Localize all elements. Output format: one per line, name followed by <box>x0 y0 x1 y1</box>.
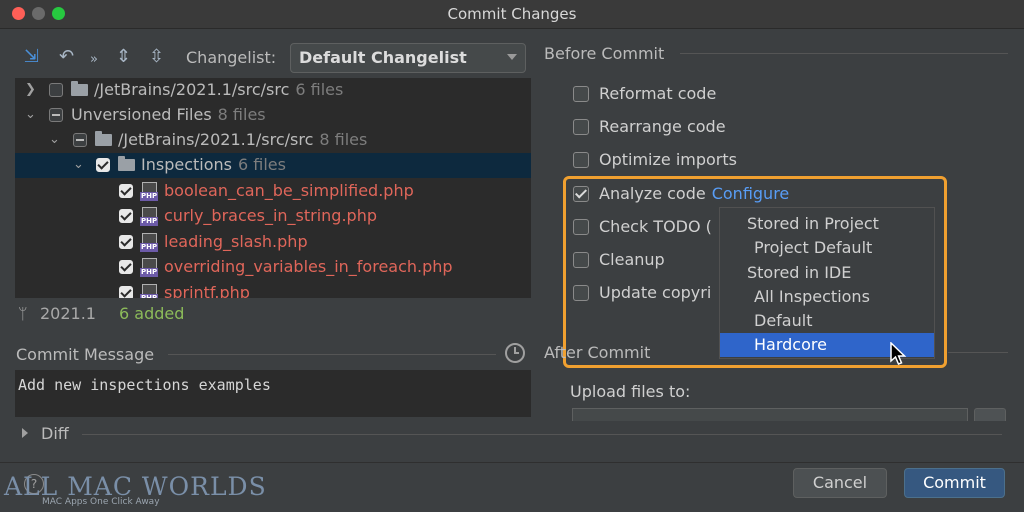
branch-name: 2021.1 <box>40 304 96 323</box>
tree-checkbox[interactable] <box>119 209 133 223</box>
tree-checkbox[interactable] <box>119 235 133 249</box>
tree-row-label: boolean_can_be_simplified.php <box>164 181 414 200</box>
tree-row[interactable]: ⌄ /JetBrains/2021.1/src/src 8 files <box>15 128 531 153</box>
tree-row[interactable]: PHP sprintf.php <box>15 281 531 298</box>
reformat-code-checkbox[interactable] <box>573 86 589 102</box>
commit-message-label: Commit Message <box>16 345 155 364</box>
reformat-code-label: Reformat code <box>599 84 717 103</box>
tree-row-label: overriding_variables_in_foreach.php <box>164 257 453 276</box>
tree-row[interactable]: ❯ /JetBrains/2021.1/src/src 6 files <box>15 78 531 103</box>
tree-row-label: leading_slash.php <box>164 232 308 251</box>
php-file-icon: PHP <box>140 182 159 201</box>
before-commit-title: Before Commit <box>544 44 665 63</box>
commit-message-text: Add new inspections examples <box>18 376 271 394</box>
changelist-select[interactable]: Default Changelist <box>290 43 526 73</box>
tree-row[interactable]: PHP boolean_can_be_simplified.php <box>15 179 531 204</box>
optimize-imports-checkbox[interactable] <box>573 152 589 168</box>
tree-row-label: curly_braces_in_string.php <box>164 206 377 225</box>
tree-checkbox[interactable] <box>119 260 133 274</box>
divider <box>948 352 1008 353</box>
highlight-frame <box>563 176 947 368</box>
folder-icon <box>71 81 88 96</box>
folder-icon <box>95 131 112 146</box>
php-file-icon: PHP <box>140 284 159 298</box>
chevron-down-icon[interactable]: ⌄ <box>73 157 84 172</box>
commit-button[interactable]: Commit <box>904 468 1005 498</box>
divider <box>82 434 1002 435</box>
chevron-down-icon <box>507 54 517 60</box>
chevron-right-icon[interactable]: ❯ <box>25 82 36 97</box>
tree-row[interactable]: ⌄ Unversioned Files 8 files <box>15 103 531 128</box>
php-file-icon: PHP <box>140 207 159 226</box>
changelist-value: Default Changelist <box>299 48 467 67</box>
chevron-down-icon[interactable]: ⌄ <box>25 107 36 122</box>
after-commit-title: After Commit <box>544 343 651 362</box>
expand-all-icon[interactable]: ⇕ <box>116 46 131 68</box>
tree-row-label: Inspections 6 files <box>141 155 286 174</box>
rearrange-code-label: Rearrange code <box>599 117 726 136</box>
tree-row-selected[interactable]: ⌄ Inspections 6 files <box>15 153 531 178</box>
tree-checkbox[interactable] <box>119 286 133 298</box>
expand-icon[interactable]: ⇲ <box>24 46 39 68</box>
tree-checkbox[interactable] <box>119 184 133 198</box>
tree-checkbox[interactable] <box>96 158 110 172</box>
divider <box>0 462 1024 463</box>
changes-tree[interactable]: ❯ /JetBrains/2021.1/src/src 6 files ⌄ Unv… <box>15 78 531 298</box>
more-icon[interactable]: » <box>90 49 98 71</box>
cancel-button[interactable]: Cancel <box>793 468 887 498</box>
window-title: Commit Changes <box>447 5 577 23</box>
tree-row[interactable]: PHP overriding_variables_in_foreach.php <box>15 255 531 280</box>
chevron-down-icon[interactable]: ⌄ <box>49 132 60 147</box>
tree-row-label: /JetBrains/2021.1/src/src 6 files <box>94 80 344 99</box>
diff-toggle[interactable]: Diff <box>41 424 69 443</box>
history-clock-icon[interactable] <box>505 343 525 363</box>
divider <box>168 354 496 355</box>
php-file-icon: PHP <box>140 258 159 277</box>
divider <box>680 53 1008 54</box>
tree-row[interactable]: PHP leading_slash.php <box>15 230 531 255</box>
upload-files-label: Upload files to: <box>570 382 691 401</box>
added-count: 6 added <box>119 304 185 323</box>
upload-browse-button[interactable] <box>974 408 1006 421</box>
rollback-icon[interactable]: ↶ <box>59 46 74 68</box>
tree-row-label: /JetBrains/2021.1/src/src 8 files <box>118 130 368 149</box>
upload-server-select[interactable] <box>572 408 968 421</box>
optimize-imports-label: Optimize imports <box>599 150 737 169</box>
tree-checkbox[interactable] <box>73 133 87 147</box>
tree-checkbox[interactable] <box>49 83 63 97</box>
rearrange-code-checkbox[interactable] <box>573 119 589 135</box>
mouse-cursor-icon <box>890 342 907 365</box>
tree-row-label: sprintf.php <box>164 283 250 298</box>
php-file-icon: PHP <box>140 233 159 252</box>
branch-icon: ᛘ <box>18 304 28 323</box>
tree-row-label: Unversioned Files 8 files <box>71 105 266 124</box>
changelist-label: Changelist: <box>186 48 277 67</box>
title-bar: Commit Changes <box>0 0 1024 29</box>
diff-expand-icon[interactable] <box>22 428 28 438</box>
watermark-subtitle: MAC Apps One Click Away <box>42 497 160 507</box>
tree-checkbox[interactable] <box>49 108 63 122</box>
tree-row[interactable]: PHP curly_braces_in_string.php <box>15 204 531 229</box>
folder-icon <box>118 156 135 171</box>
collapse-all-icon[interactable]: ⇳ <box>149 46 164 68</box>
